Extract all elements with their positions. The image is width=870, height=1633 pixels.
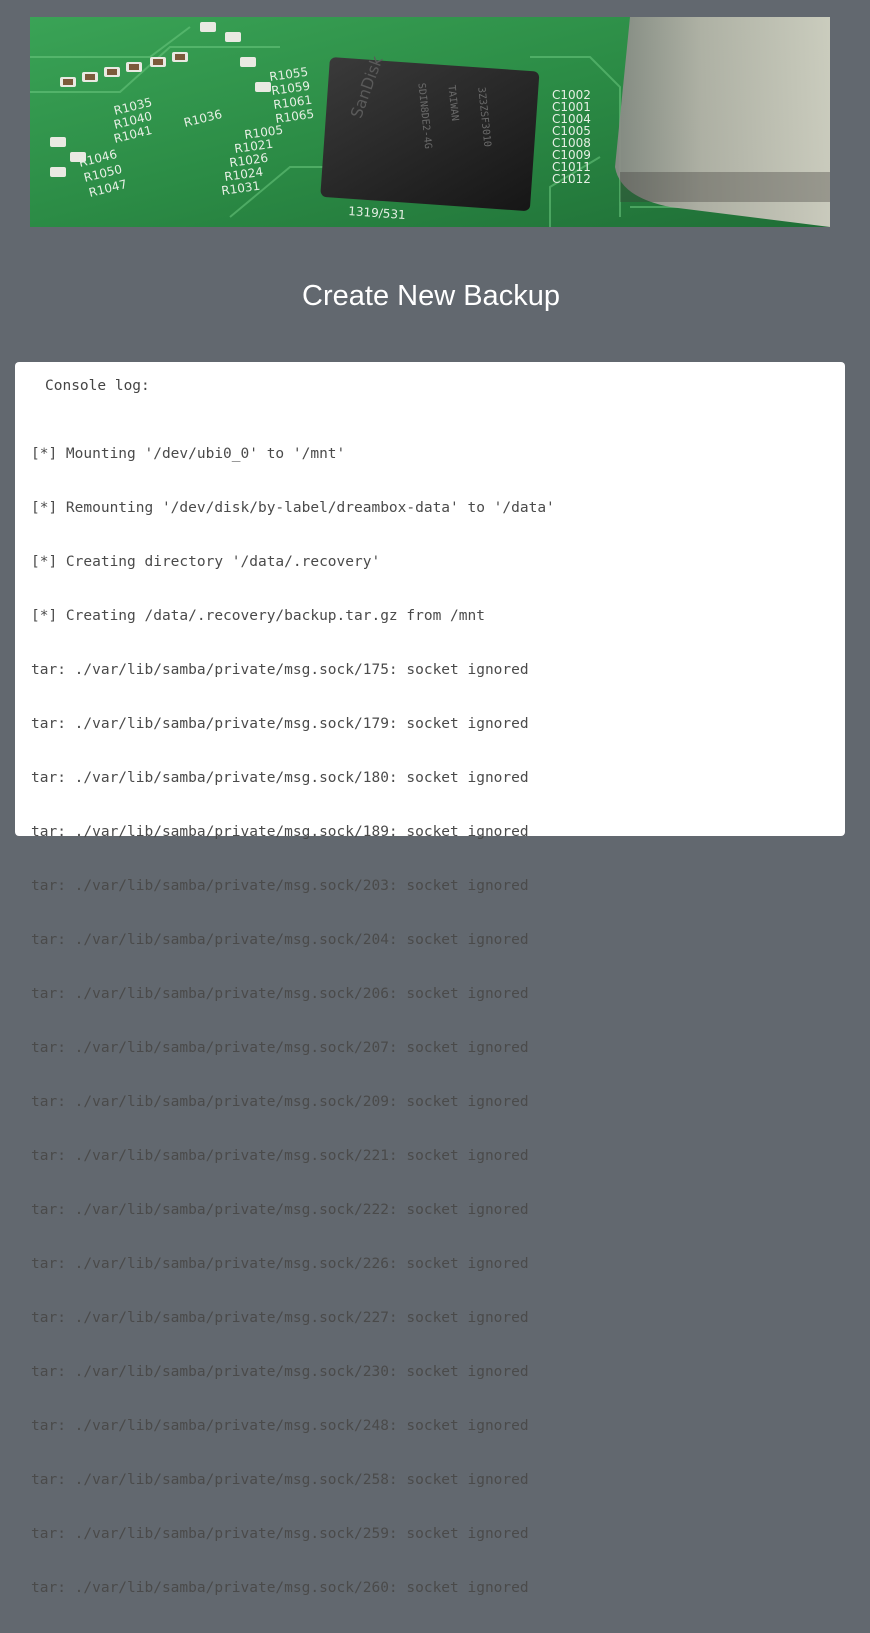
log-line: [*] Creating /data/.recovery/backup.tar.… bbox=[31, 608, 485, 624]
log-line: tar: ./var/lib/samba/private/msg.sock/23… bbox=[31, 1364, 529, 1380]
log-line: tar: ./var/lib/samba/private/msg.sock/26… bbox=[31, 1580, 529, 1596]
header-banner-image: SanDisk SDIN8DE2-4G TAIWAN 3Z3ZSF3010 R1… bbox=[30, 17, 830, 227]
log-line: tar: ./var/lib/samba/private/msg.sock/22… bbox=[31, 1148, 529, 1164]
console-log: [*] Mounting '/dev/ubi0_0' to '/mnt' [*]… bbox=[31, 409, 555, 1633]
page-title: Create New Backup bbox=[302, 280, 560, 312]
log-line: tar: ./var/lib/samba/private/msg.sock/24… bbox=[31, 1418, 529, 1434]
log-line: tar: ./var/lib/samba/private/msg.sock/22… bbox=[31, 1310, 529, 1326]
log-line: tar: ./var/lib/samba/private/msg.sock/18… bbox=[31, 824, 529, 840]
console-label: Console log: bbox=[45, 378, 150, 394]
log-line: tar: ./var/lib/samba/private/msg.sock/17… bbox=[31, 716, 529, 732]
circuit-board-photo: SanDisk SDIN8DE2-4G TAIWAN 3Z3ZSF3010 R1… bbox=[30, 17, 830, 227]
log-line: tar: ./var/lib/samba/private/msg.sock/20… bbox=[31, 1040, 529, 1056]
log-line: tar: ./var/lib/samba/private/msg.sock/25… bbox=[31, 1472, 529, 1488]
log-line: tar: ./var/lib/samba/private/msg.sock/20… bbox=[31, 878, 529, 894]
log-line: tar: ./var/lib/samba/private/msg.sock/20… bbox=[31, 986, 529, 1002]
log-line: tar: ./var/lib/samba/private/msg.sock/25… bbox=[31, 1526, 529, 1542]
console-panel: Console log: [*] Mounting '/dev/ubi0_0' … bbox=[15, 362, 845, 1596]
log-line: [*] Creating directory '/data/.recovery' bbox=[31, 554, 381, 570]
log-line: [*] Remounting '/dev/disk/by-label/dream… bbox=[31, 500, 555, 516]
log-line: tar: ./var/lib/samba/private/msg.sock/20… bbox=[31, 1094, 529, 1110]
log-line: tar: ./var/lib/samba/private/msg.sock/20… bbox=[31, 932, 529, 948]
log-line: [*] Mounting '/dev/ubi0_0' to '/mnt' bbox=[31, 446, 346, 462]
log-line: tar: ./var/lib/samba/private/msg.sock/18… bbox=[31, 770, 529, 786]
log-line: tar: ./var/lib/samba/private/msg.sock/22… bbox=[31, 1256, 529, 1272]
log-line: tar: ./var/lib/samba/private/msg.sock/17… bbox=[31, 662, 529, 678]
board-ref-label: C1012 bbox=[552, 172, 591, 186]
log-line: tar: ./var/lib/samba/private/msg.sock/22… bbox=[31, 1202, 529, 1218]
